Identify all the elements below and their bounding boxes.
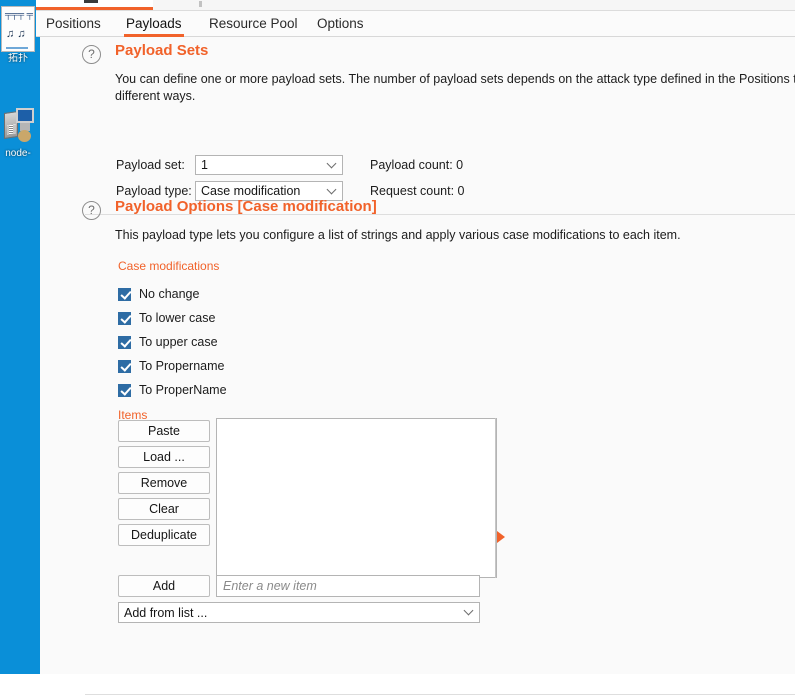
payload-options-help-icon[interactable]: ? xyxy=(82,201,101,220)
payload-set-select[interactable]: 1 xyxy=(195,155,343,175)
payloads-content-pane: ? Payload Sets You can define one or mor… xyxy=(36,37,795,695)
payload-type-label: Payload type: xyxy=(116,184,192,198)
checkbox-label: No change xyxy=(139,287,200,301)
tab-options[interactable]: Options xyxy=(315,11,366,37)
topology-window-icon: ╤╤╤ ╤ ♫ ♫ xyxy=(1,6,35,52)
play-triangle-icon[interactable] xyxy=(497,531,505,543)
items-list[interactable] xyxy=(216,418,497,578)
checkbox-no-change[interactable]: No change xyxy=(118,285,199,303)
checkbox-icon[interactable] xyxy=(118,311,131,325)
topology-icon-bar xyxy=(6,47,28,49)
checkbox-icon[interactable] xyxy=(118,383,131,397)
tab-resource-pool[interactable]: Resource Pool xyxy=(207,11,300,37)
tab-positions[interactable]: Positions xyxy=(44,11,103,37)
payload-sets-description-line1: You can define one or more payload sets.… xyxy=(115,72,795,86)
checkbox-to-proper-name[interactable]: To ProperName xyxy=(118,381,227,399)
outer-tab-strip xyxy=(36,0,795,11)
checkbox-icon[interactable] xyxy=(118,335,131,349)
outer-tab-active[interactable] xyxy=(36,0,153,10)
checkbox-to-lower-case[interactable]: To lower case xyxy=(118,309,215,327)
outer-tab-add-sliver[interactable] xyxy=(199,1,202,7)
checkbox-icon[interactable] xyxy=(118,287,131,301)
clear-button[interactable]: Clear xyxy=(118,498,210,520)
desktop-icon-node-label: node- xyxy=(5,148,31,159)
computer-monitor-shape xyxy=(16,108,34,123)
deduplicate-button[interactable]: Deduplicate xyxy=(118,524,210,546)
checkbox-label: To Propername xyxy=(139,359,225,373)
desktop-background: ╤╤╤ ╤ ♫ ♫ 拓扑 node- xyxy=(0,0,36,674)
payload-sets-help-icon[interactable]: ? xyxy=(82,45,101,64)
outer-tab-label-sliver xyxy=(84,0,98,3)
load-button[interactable]: Load ... xyxy=(118,446,210,468)
checkbox-icon[interactable] xyxy=(118,359,131,373)
add-from-list-combo-wrap: Add from list ... xyxy=(118,602,480,623)
payload-set-label: Payload set: xyxy=(116,158,185,172)
intruder-window: Positions Payloads Resource Pool Options… xyxy=(36,0,795,695)
list-side-divider xyxy=(495,418,496,578)
payload-sets-description-line2: different ways. xyxy=(115,89,196,103)
request-count-label: Request count: 0 xyxy=(370,184,465,198)
desktop-icon-topology[interactable]: ╤╤╤ ╤ ♫ ♫ 拓扑 xyxy=(0,6,36,64)
payload-count-label: Payload count: 0 xyxy=(370,158,464,172)
computer-accent-shape xyxy=(18,130,31,142)
topology-icon-row-top: ╤╤╤ ╤ xyxy=(5,9,34,19)
tab-payloads[interactable]: Payloads xyxy=(124,11,184,37)
checkbox-label: To lower case xyxy=(139,311,216,325)
new-item-input[interactable] xyxy=(216,575,480,597)
checkbox-to-propername[interactable]: To Propername xyxy=(118,357,224,375)
checkbox-label: To ProperName xyxy=(139,383,227,397)
add-from-list-select[interactable]: Add from list ... xyxy=(118,602,480,623)
payload-options-description: This payload type lets you configure a l… xyxy=(115,228,681,242)
remove-button[interactable]: Remove xyxy=(118,472,210,494)
payload-options-title: Payload Options [Case modification] xyxy=(115,198,377,215)
intruder-tab-bar: Positions Payloads Resource Pool Options xyxy=(36,11,795,37)
desktop-icon-topology-label: 拓扑 xyxy=(8,53,28,64)
paste-button[interactable]: Paste xyxy=(118,420,210,442)
checkbox-to-upper-case[interactable]: To upper case xyxy=(118,333,218,351)
computer-icon xyxy=(1,106,35,148)
topology-icon-row-mid: ♫ ♫ xyxy=(6,28,26,40)
add-button[interactable]: Add xyxy=(118,575,210,597)
case-modifications-label: Case modifications xyxy=(118,259,220,273)
payload-sets-title: Payload Sets xyxy=(115,42,209,59)
checkbox-label: To upper case xyxy=(139,335,218,349)
desktop-icon-node[interactable]: node- xyxy=(0,106,36,159)
payload-set-combo-wrap: 1 xyxy=(195,155,343,175)
